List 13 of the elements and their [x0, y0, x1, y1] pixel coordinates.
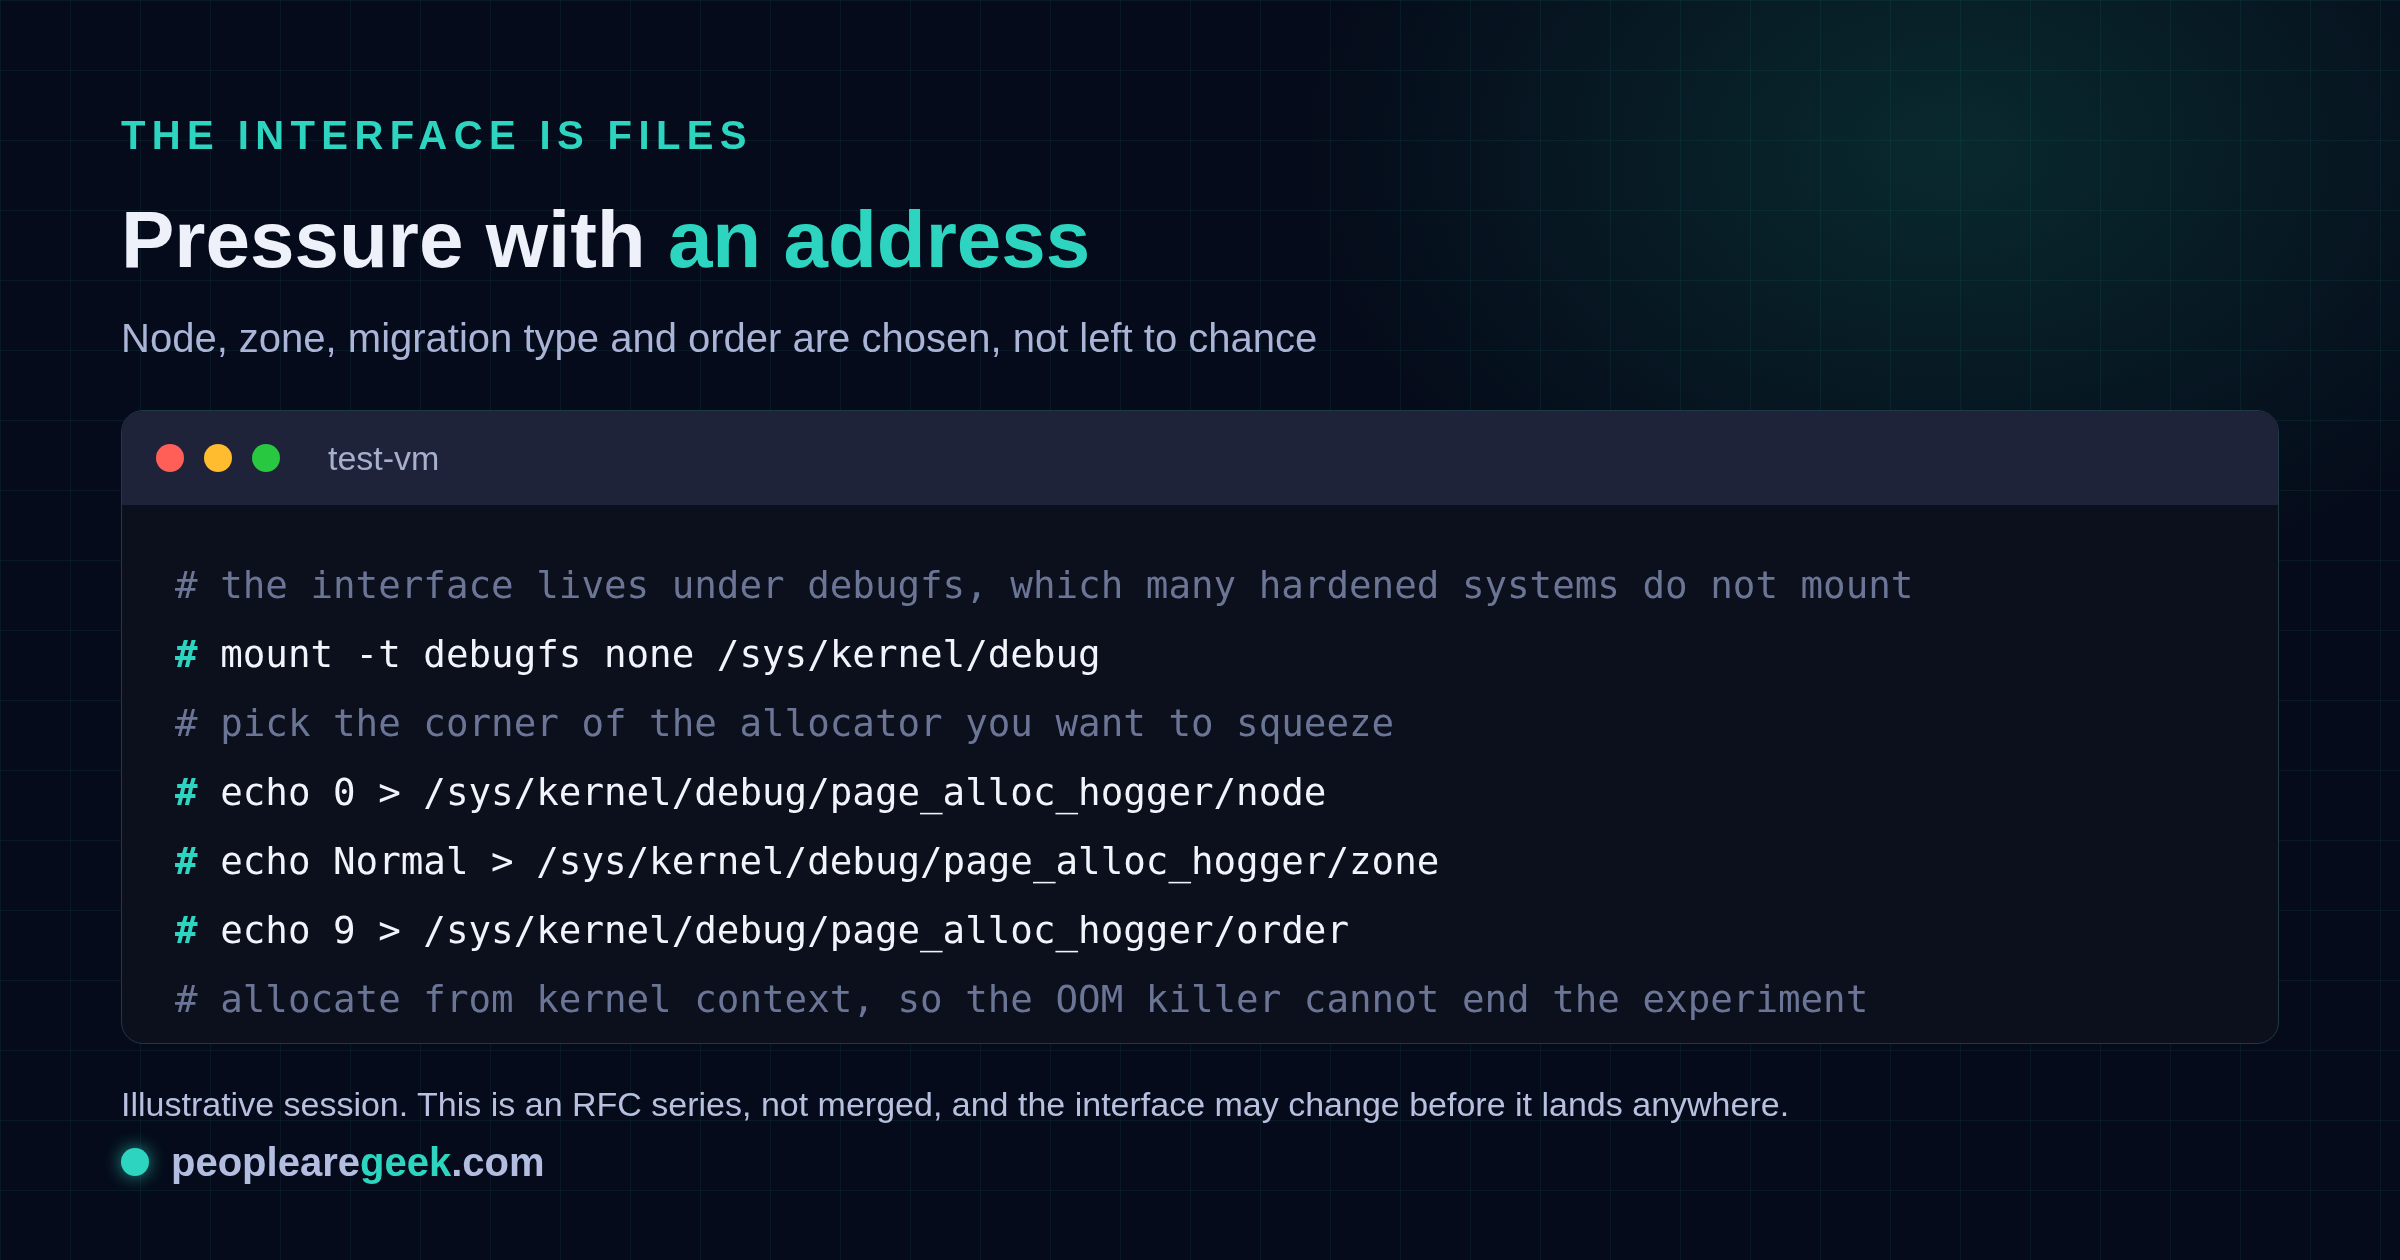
footnote-text: Illustrative session. This is an RFC series, not merged, and the interface may change before it lands anywhere. [121, 1084, 1790, 1125]
eyebrow-text: THE INTERFACE IS FILES [121, 112, 753, 159]
code-comment: # allocate from kernel context, so the OOM killer cannot end the experiment [175, 976, 1869, 1023]
page-subtitle: Node, zone, migration type and order are chosen, not left to chance [121, 315, 1318, 362]
code-comment: # the interface lives under debugfs, which many hardened systems do not mount [175, 562, 1914, 609]
page-heading: Pressure with an address [121, 194, 1091, 286]
shell-command: # mount -t debugfs none /sys/kernel/debug [175, 631, 1101, 678]
shell-command: # echo Normal > /sys/kernel/debug/page_alloc_hogger/zone [175, 838, 1440, 885]
shell-command: # echo 0 > /sys/kernel/debug/page_alloc_hogger/node [175, 769, 1327, 816]
terminal-title: test-vm [328, 437, 440, 479]
site-name: peoplearegeek.com [171, 1139, 545, 1186]
code-comment: # pick the corner of the allocator you want to squeeze [175, 700, 1395, 747]
shell-command: # echo 9 > /sys/kernel/debug/page_alloc_hogger/order [175, 907, 1349, 954]
